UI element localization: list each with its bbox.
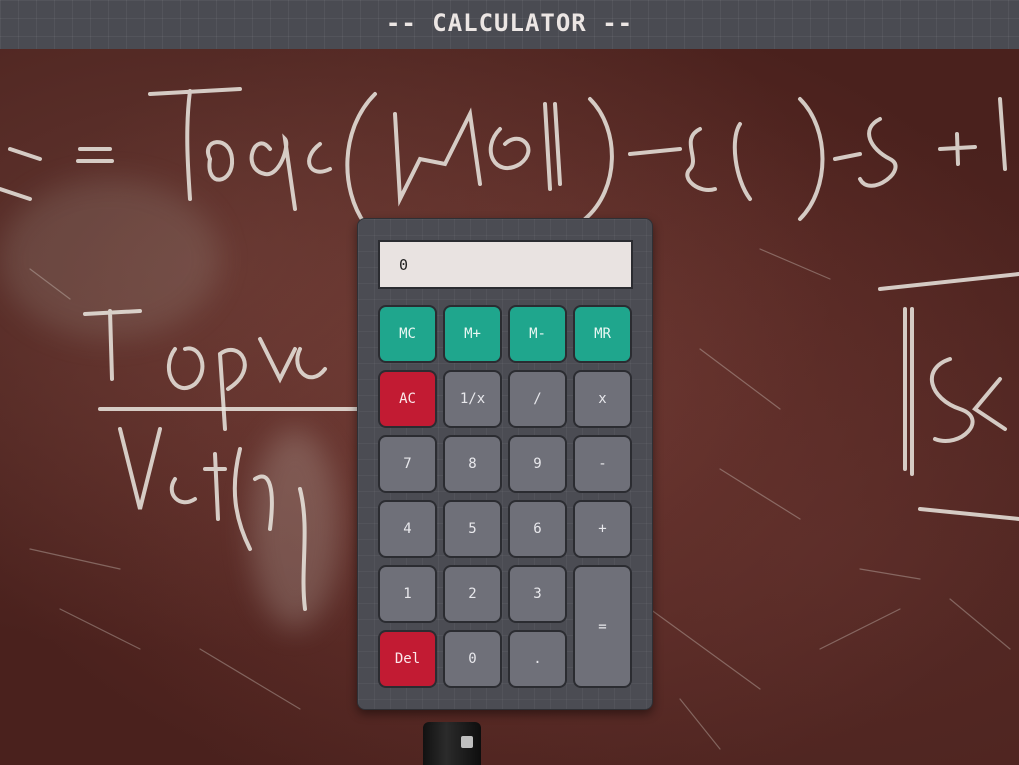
digit-9-button[interactable]: 9 <box>508 435 567 493</box>
app-header: -- CALCULATOR -- <box>0 0 1019 49</box>
digit-2-button[interactable]: 2 <box>443 565 502 623</box>
memory-recall-button[interactable]: MR <box>573 305 632 363</box>
all-clear-button[interactable]: AC <box>378 370 437 428</box>
digit-8-button[interactable]: 8 <box>443 435 502 493</box>
decimal-point-button[interactable]: . <box>508 630 567 688</box>
memory-subtract-button[interactable]: M- <box>508 305 567 363</box>
digit-1-button[interactable]: 1 <box>378 565 437 623</box>
digit-5-button[interactable]: 5 <box>443 500 502 558</box>
tripod-object <box>423 722 481 765</box>
subtract-button[interactable]: - <box>573 435 632 493</box>
calculator-display: 0 <box>378 240 633 289</box>
digit-3-button[interactable]: 3 <box>508 565 567 623</box>
reciprocal-button[interactable]: 1/x <box>443 370 502 428</box>
add-button[interactable]: + <box>573 500 632 558</box>
digit-0-button[interactable]: 0 <box>443 630 502 688</box>
digit-7-button[interactable]: 7 <box>378 435 437 493</box>
memory-add-button[interactable]: M+ <box>443 305 502 363</box>
multiply-button[interactable]: x <box>573 370 632 428</box>
digit-4-button[interactable]: 4 <box>378 500 437 558</box>
calculator: 0 MC M+ M- MR AC 1/x / x 7 8 9 - 4 5 6 +… <box>357 218 653 710</box>
delete-button[interactable]: Del <box>378 630 437 688</box>
memory-clear-button[interactable]: MC <box>378 305 437 363</box>
page-title: -- CALCULATOR -- <box>385 8 634 37</box>
divide-button[interactable]: / <box>508 370 567 428</box>
display-value: 0 <box>399 255 409 274</box>
digit-6-button[interactable]: 6 <box>508 500 567 558</box>
equals-button[interactable]: = <box>573 565 632 688</box>
